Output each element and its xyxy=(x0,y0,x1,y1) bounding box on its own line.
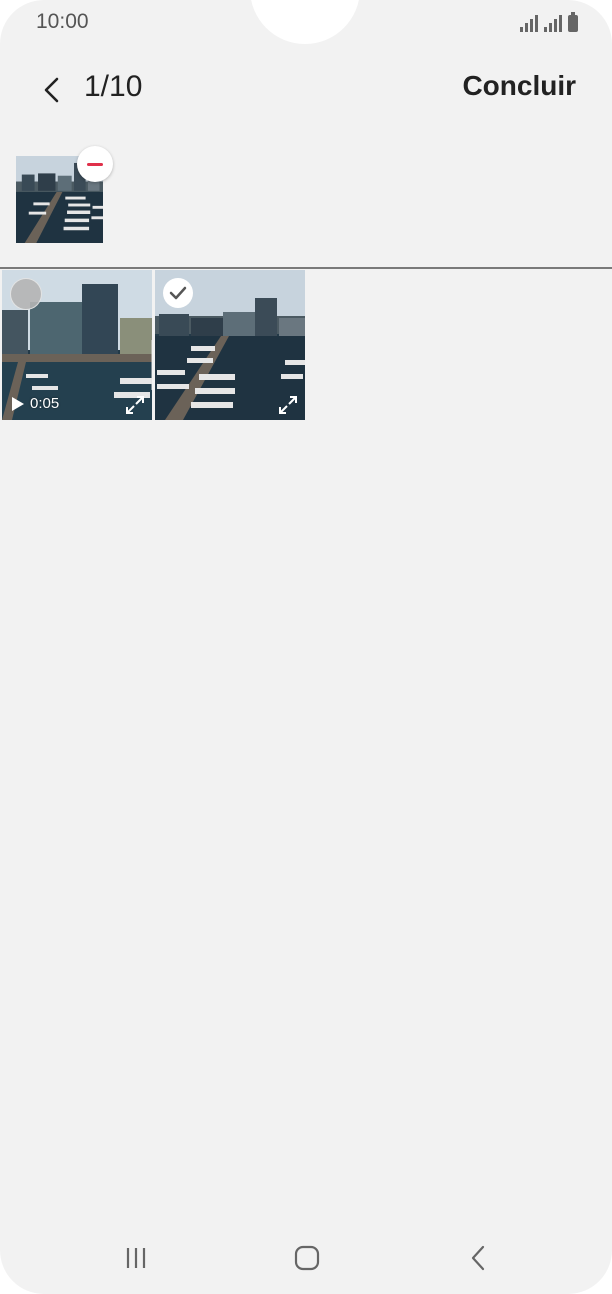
select-checkbox-checked[interactable] xyxy=(163,278,193,308)
status-bar: 10:00 xyxy=(0,0,612,46)
recent-apps-icon xyxy=(126,1248,146,1268)
play-icon xyxy=(12,396,24,411)
video-duration-badge: 0:05 xyxy=(12,395,59,412)
nav-back-button[interactable] xyxy=(456,1240,500,1276)
minus-icon xyxy=(87,162,103,166)
chevron-left-icon xyxy=(44,77,59,103)
home-icon xyxy=(294,1245,320,1271)
signal-icon xyxy=(520,14,538,32)
checkmark-icon xyxy=(169,286,187,300)
back-icon xyxy=(471,1245,485,1271)
grid-item-video[interactable]: 0:05 xyxy=(2,270,152,420)
expand-icon[interactable] xyxy=(277,394,299,416)
status-time: 10:00 xyxy=(36,10,89,33)
grid-item-image[interactable] xyxy=(155,270,305,420)
selected-items-strip xyxy=(0,140,612,266)
video-duration: 0:05 xyxy=(30,395,60,412)
system-nav-bar xyxy=(0,1226,612,1290)
recent-apps-button[interactable] xyxy=(114,1240,158,1276)
battery-icon xyxy=(568,12,578,32)
screen: 10:00 1/10 Concluir 0:05 xyxy=(0,0,612,1294)
done-button[interactable]: Concluir xyxy=(462,70,576,102)
signal-icon xyxy=(544,14,562,32)
divider xyxy=(0,267,612,269)
back-button[interactable] xyxy=(30,68,74,112)
select-checkbox[interactable] xyxy=(10,278,42,310)
expand-icon[interactable] xyxy=(124,394,146,416)
selection-counter: 1/10 xyxy=(84,70,143,103)
status-icons xyxy=(520,12,578,32)
app-bar: 1/10 Concluir xyxy=(0,60,612,120)
home-button[interactable] xyxy=(285,1240,329,1276)
remove-selection-button[interactable] xyxy=(77,146,113,182)
